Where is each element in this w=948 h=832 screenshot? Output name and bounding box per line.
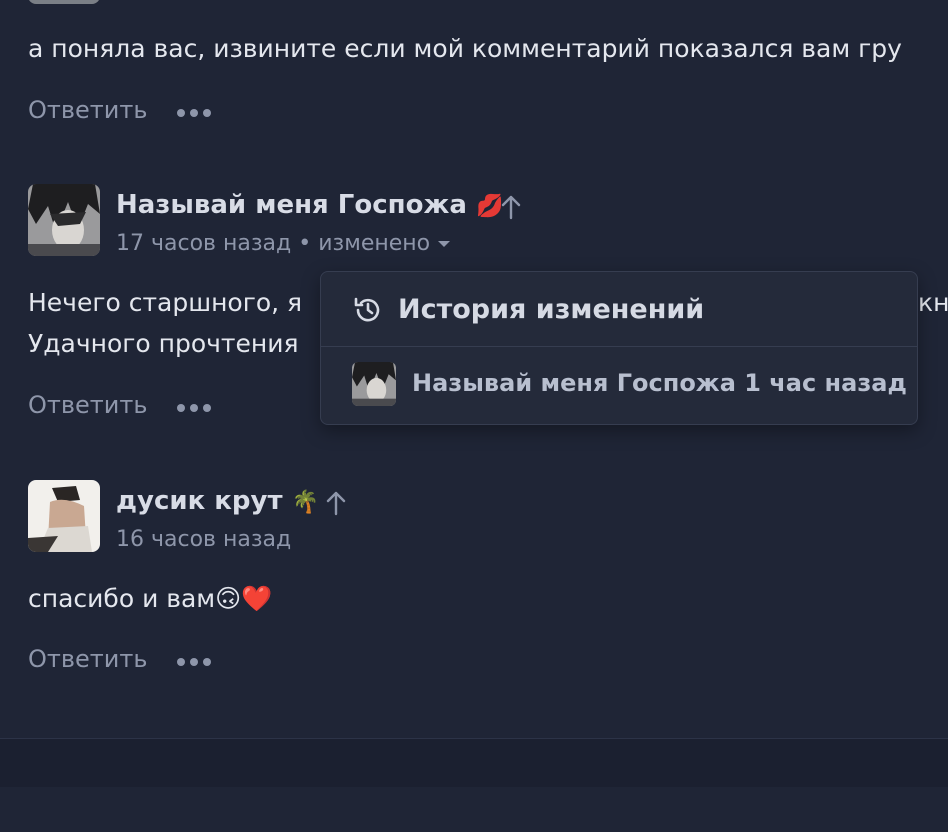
edit-history-header: История изменений (321, 272, 917, 347)
comment-text-line2: Удачного прочтения (28, 329, 299, 358)
edit-history-title: История изменений (398, 294, 705, 325)
comment-text-line1: Нечего старшного, я (28, 288, 303, 317)
more-dots-icon[interactable] (177, 404, 211, 412)
caret-down-icon[interactable] (437, 239, 451, 249)
more-dots-icon[interactable] (177, 109, 211, 117)
comment-author[interactable]: Называй меня Госпожа 💋 (116, 190, 503, 220)
avatar[interactable] (28, 480, 100, 552)
comment-time: 16 часов назад (116, 527, 292, 552)
avatar[interactable] (28, 0, 100, 4)
palm-emoji: 🌴 (291, 490, 320, 515)
edit-history-item[interactable]: Называй меня Госпожа 1 час назад (321, 347, 917, 423)
arrow-up-icon[interactable] (324, 490, 348, 518)
edit-time: 1 час назад (744, 369, 907, 397)
edit-history-dropdown: История изменений Называй меня Госпожа 1… (320, 271, 918, 425)
more-dots-icon[interactable] (177, 658, 211, 666)
comment-text: спасибо и вам🙃❤️ (28, 584, 273, 613)
history-icon (354, 297, 380, 322)
comment-meta: 17 часов назад • изменено (116, 231, 451, 256)
edit-history-entry[interactable]: Называй меня Госпожа 1 час назад (412, 369, 907, 397)
reply-button[interactable]: Ответить (28, 96, 147, 124)
avatar[interactable] (28, 184, 100, 256)
footer-divider-bar (0, 738, 948, 788)
edit-author: Называй меня Госпожа (412, 369, 736, 397)
comment-text: а поняла вас, извините если мой коммента… (28, 34, 902, 63)
edited-label[interactable]: изменено (318, 231, 430, 256)
footer-area (0, 787, 948, 832)
arrow-up-icon[interactable] (499, 194, 523, 222)
meta-separator: • (298, 231, 312, 256)
avatar (352, 362, 396, 406)
reply-button[interactable]: Ответить (28, 645, 147, 673)
comment-text-line1-end: кн (918, 288, 948, 317)
edited-toggle[interactable]: изменено (318, 231, 451, 256)
reply-button[interactable]: Ответить (28, 391, 147, 419)
author-name[interactable]: дусик крут (116, 486, 283, 516)
comment-author[interactable]: дусик крут 🌴 (116, 486, 319, 516)
author-name[interactable]: Называй меня Госпожа (116, 190, 467, 220)
comment-time: 17 часов назад (116, 231, 292, 256)
